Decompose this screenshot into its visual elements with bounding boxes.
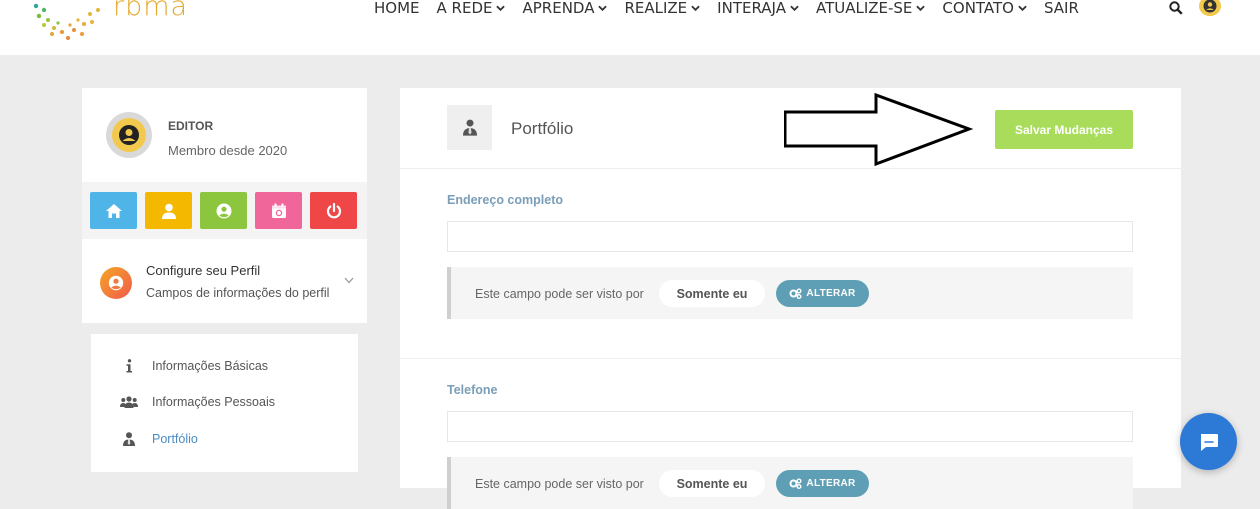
nav-item-label: HOME [374, 0, 420, 17]
nav-item-label: CONTATO [942, 0, 1014, 17]
avatar[interactable] [106, 112, 152, 158]
visibility-row: Este campo pode ser visto por Somente eu… [447, 457, 1133, 509]
top-navbar: rbma HOME A REDE APRENDA REALIZE INTERAJ… [0, 0, 1260, 55]
change-label: ALTERAR [806, 288, 856, 299]
nav-item-realize[interactable]: REALIZE [624, 0, 700, 17]
divider [400, 358, 1181, 359]
visibility-value: Somente eu [659, 470, 765, 497]
chevron-down-icon [916, 5, 926, 11]
nav-item-label: SAIR [1044, 0, 1079, 17]
field-label-phone: Telefone [447, 383, 498, 397]
field-label-address: Endereço completo [447, 193, 563, 207]
menu-item-label: Informações Pessoais [152, 395, 275, 409]
menu-item-personal-info[interactable]: Informações Pessoais [119, 395, 275, 409]
user-icon [161, 203, 176, 219]
nav-item-contato[interactable]: CONTATO [942, 0, 1027, 17]
user-circle-icon [119, 125, 139, 145]
menu-item-portfolio[interactable]: Portfólio [119, 432, 198, 446]
phone-input[interactable] [447, 411, 1133, 442]
users-icon [119, 396, 139, 408]
avatar-inner [112, 118, 146, 152]
visibility-text: Este campo pode ser visto por [475, 287, 644, 301]
chat-icon [1200, 433, 1218, 451]
power-icon [326, 202, 341, 218]
quick-actions-bar [82, 182, 367, 239]
save-changes-button[interactable]: Salvar Mudanças [995, 110, 1133, 149]
config-subtitle: Campos de informações do perfil [146, 286, 330, 300]
profile-name: EDITOR [168, 119, 214, 133]
calendar-button[interactable] [255, 192, 302, 229]
profile-menu: Informações Básicas Informações Pessoais… [91, 334, 358, 472]
menu-item-label: Informações Básicas [152, 359, 269, 373]
chevron-down-icon [691, 5, 700, 11]
chat-button[interactable] [1180, 413, 1237, 470]
user-circle-icon [216, 203, 231, 218]
change-visibility-button[interactable]: ALTERAR [776, 280, 869, 307]
visibility-text: Este campo pode ser visto por [475, 477, 644, 491]
nav-item-label: ATUALIZE-SE [815, 0, 913, 17]
change-visibility-button[interactable]: ALTERAR [776, 470, 869, 497]
menu-item-label: Portfólio [152, 432, 198, 446]
address-input[interactable] [447, 221, 1133, 252]
nav-item-label: APRENDA [522, 0, 595, 17]
nav-item-atualize-se[interactable]: ATUALIZE-SE [815, 0, 926, 17]
visibility-value: Somente eu [659, 280, 765, 307]
panel-header: Portfólio Salvar Mudanças [400, 88, 1181, 169]
nav-item-aprenda[interactable]: APRENDA [522, 0, 608, 17]
main-nav: HOME A REDE APRENDA REALIZE INTERAJA ATU… [374, 0, 1096, 17]
user-tie-icon [119, 432, 139, 446]
configure-profile-card[interactable]: Configure seu Perfil Campos de informaçõ… [82, 239, 367, 323]
visibility-row: Este campo pode ser visto por Somente eu… [447, 267, 1133, 319]
chevron-down-icon [496, 5, 506, 11]
nav-item-label: REALIZE [624, 0, 688, 17]
home-icon [105, 203, 122, 218]
nav-item-home[interactable]: HOME [374, 0, 420, 17]
chevron-down-icon [598, 5, 608, 11]
nav-item-sair[interactable]: SAIR [1044, 0, 1079, 17]
arrow-annotation [784, 93, 974, 167]
user-circle-icon [108, 275, 124, 291]
calendar-icon [271, 203, 286, 218]
account-button[interactable] [200, 192, 247, 229]
logout-button[interactable] [310, 192, 357, 229]
profile-button[interactable] [145, 192, 192, 229]
chevron-down-icon [344, 277, 354, 284]
rbma-logo[interactable] [30, 0, 110, 47]
portfolio-panel: Portfólio Salvar Mudanças Endereço compl… [400, 88, 1181, 509]
profile-config-icon [100, 267, 132, 299]
brand-name: rbma [113, 0, 189, 22]
home-button[interactable] [90, 192, 137, 229]
config-title: Configure seu Perfil [146, 263, 261, 278]
chevron-down-icon [1018, 5, 1027, 11]
page-title: Portfólio [511, 119, 574, 138]
user-avatar-icon[interactable] [1199, 0, 1221, 16]
nav-item-interaja[interactable]: INTERAJA [717, 0, 799, 17]
search-icon[interactable] [1169, 1, 1183, 15]
chevron-down-icon [790, 5, 799, 11]
nav-item-label: A REDE [436, 0, 493, 17]
cogs-icon [789, 288, 802, 299]
menu-item-basic-info[interactable]: Informações Básicas [119, 359, 268, 373]
info-icon [119, 359, 139, 373]
member-since: Membro desde 2020 [168, 143, 288, 158]
profile-card: EDITOR Membro desde 2020 [82, 88, 367, 182]
nav-item-label: INTERAJA [717, 0, 786, 17]
nav-item-a-rede[interactable]: A REDE [437, 0, 506, 17]
user-tie-icon [447, 105, 492, 150]
